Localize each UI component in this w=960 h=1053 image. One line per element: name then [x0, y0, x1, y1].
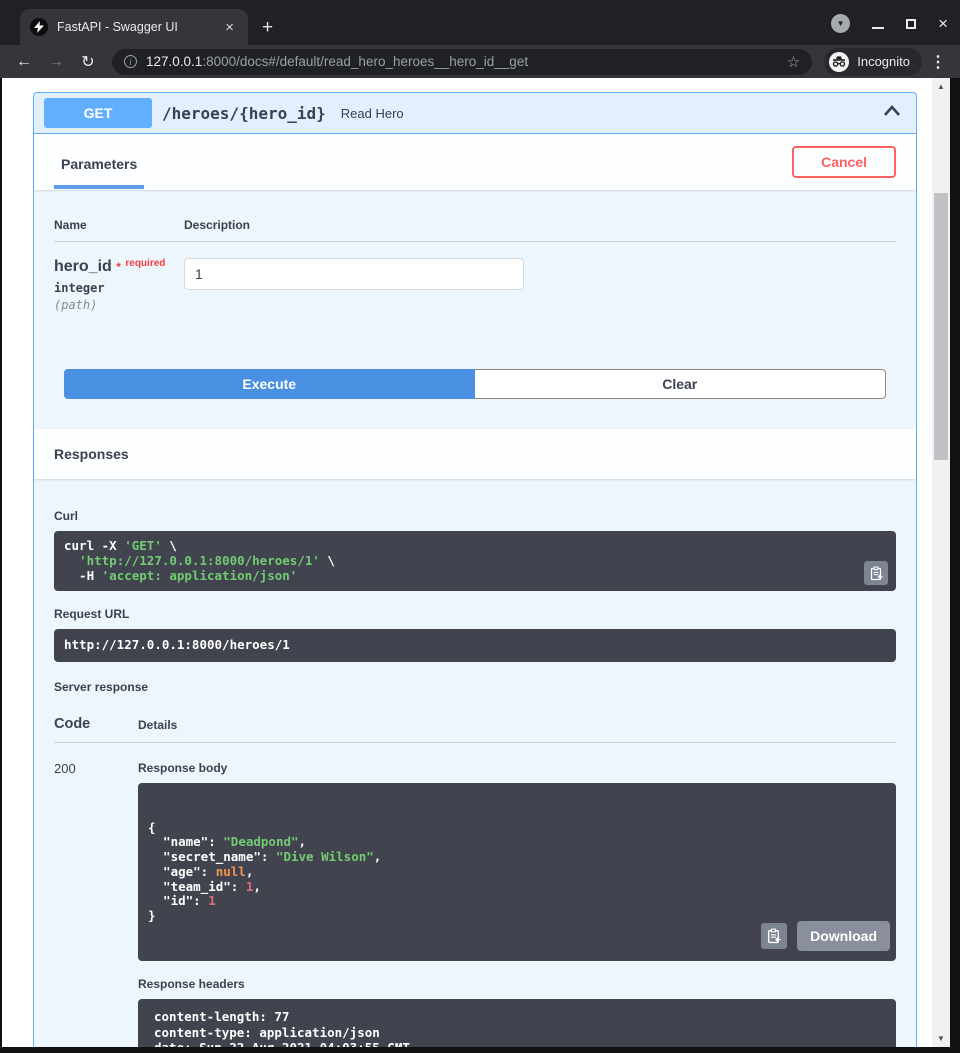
- maximize-button[interactable]: [906, 19, 916, 29]
- incognito-label: Incognito: [857, 54, 910, 69]
- responses-section-header: Responses: [34, 429, 916, 479]
- opblock-get-heroes: GET /heroes/{hero_id} Read Hero Paramete…: [33, 92, 917, 1047]
- reload-icon[interactable]: ↻: [74, 52, 102, 72]
- response-body-label: Response body: [138, 761, 896, 775]
- response-headers-label: Response headers: [138, 977, 896, 991]
- server-response-table-header: Code Details: [54, 702, 896, 743]
- tab-close-icon[interactable]: ×: [221, 19, 238, 36]
- column-details: Details: [138, 718, 177, 732]
- opblock-header[interactable]: GET /heroes/{hero_id} Read Hero: [34, 93, 916, 134]
- copy-response-button[interactable]: [761, 923, 787, 949]
- bookmark-star-icon[interactable]: ☆: [787, 53, 800, 71]
- fastapi-favicon-icon: [30, 18, 48, 36]
- curl-label: Curl: [54, 509, 896, 523]
- clear-button[interactable]: Clear: [475, 369, 887, 399]
- request-url-label: Request URL: [54, 607, 896, 621]
- execute-button[interactable]: Execute: [64, 369, 475, 399]
- column-description: Description: [184, 218, 250, 232]
- collapse-chevron-icon[interactable]: [878, 99, 906, 128]
- column-name: Name: [54, 218, 184, 232]
- server-response-label: Server response: [54, 680, 896, 694]
- new-tab-button[interactable]: +: [262, 18, 273, 37]
- required-star: *: [116, 260, 121, 274]
- parameters-area: Name Description hero_id * required inte…: [34, 190, 916, 429]
- cancel-button[interactable]: Cancel: [792, 146, 896, 178]
- forward-icon[interactable]: →: [42, 53, 70, 71]
- required-label: required: [125, 258, 165, 269]
- responses-title: Responses: [54, 446, 129, 462]
- minimize-button[interactable]: [872, 27, 884, 29]
- request-url-value: http://127.0.0.1:8000/heroes/1: [54, 629, 896, 662]
- url-bar[interactable]: i 127.0.0.1:8000/docs#/default/read_hero…: [112, 49, 812, 75]
- parameter-type: integer: [54, 281, 184, 295]
- scroll-up-icon[interactable]: ▲: [932, 82, 950, 91]
- incognito-icon: [829, 52, 849, 72]
- parameters-table-header: Name Description: [54, 218, 896, 242]
- response-body-block: { "name": "Deadpond", "secret_name": "Di…: [138, 783, 896, 961]
- execute-row: Execute Clear: [64, 369, 886, 399]
- tab-title: FastAPI - Swagger UI: [57, 20, 221, 34]
- parameter-name: hero_id * required: [54, 258, 184, 276]
- swagger-page: GET /heroes/{hero_id} Read Hero Paramete…: [2, 78, 932, 1047]
- curl-code-block: curl -X 'GET' \ 'http://127.0.0.1:8000/h…: [54, 531, 896, 591]
- responses-area: Curl curl -X 'GET' \ 'http://127.0.0.1:8…: [34, 479, 916, 1047]
- status-code: 200: [54, 759, 138, 1047]
- tab-strip: FastAPI - Swagger UI × + ▼ ×: [0, 0, 960, 45]
- browser-menu-icon[interactable]: ⋮: [926, 52, 950, 72]
- scrollbar-thumb[interactable]: [934, 193, 948, 460]
- scroll-down-icon[interactable]: ▼: [932, 1034, 950, 1043]
- chrome-caret-icon[interactable]: ▼: [831, 14, 850, 33]
- tab-parameters[interactable]: Parameters: [54, 136, 144, 189]
- browser-toolbar: ← → ↻ i 127.0.0.1:8000/docs#/default/rea…: [0, 45, 960, 78]
- copy-curl-button[interactable]: [864, 561, 888, 585]
- http-method-badge: GET: [44, 98, 152, 128]
- incognito-badge: Incognito: [824, 48, 922, 76]
- server-response-row: 200 Response body { "name": "Deadpond", …: [54, 743, 896, 1047]
- site-info-icon[interactable]: i: [124, 55, 137, 68]
- url-text: 127.0.0.1:8000/docs#/default/read_hero_h…: [146, 54, 781, 69]
- parameter-row: hero_id * required integer (path): [54, 258, 896, 312]
- parameters-section-header: Parameters Cancel: [34, 134, 916, 190]
- download-button[interactable]: Download: [797, 921, 890, 951]
- hero-id-input[interactable]: [184, 258, 524, 290]
- vertical-scrollbar[interactable]: ▲ ▼: [932, 78, 950, 1047]
- browser-tab[interactable]: FastAPI - Swagger UI ×: [20, 9, 248, 45]
- window-close-button[interactable]: ×: [938, 15, 948, 32]
- endpoint-summary: Read Hero: [341, 106, 404, 121]
- back-icon[interactable]: ←: [10, 53, 38, 71]
- column-code: Code: [54, 716, 138, 732]
- endpoint-path: /heroes/{hero_id}: [162, 104, 326, 123]
- parameter-location: (path): [54, 298, 184, 312]
- response-headers-block: content-length: 77 content-type: applica…: [138, 999, 896, 1047]
